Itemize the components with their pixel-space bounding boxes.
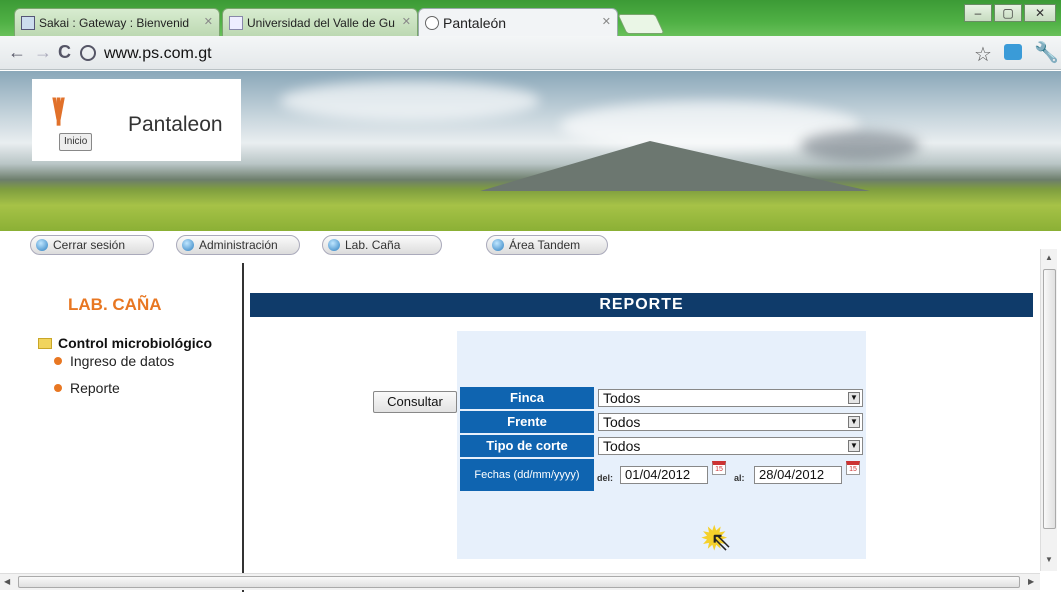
nav-bullet-icon: [492, 239, 504, 251]
back-icon[interactable]: ←: [8, 42, 26, 63]
sidebar-item-reporte[interactable]: Reporte: [54, 380, 120, 396]
uvg-favicon-icon: [229, 15, 243, 30]
sidebar-section-label: Control microbiológico: [58, 335, 212, 351]
report-form: Finca Todos ▼ Frente Todos ▼ Tipo de cor…: [457, 331, 866, 559]
sidebar-item-label: Ingreso de datos: [70, 353, 175, 369]
close-tab-icon[interactable]: ✕: [204, 15, 213, 28]
nav-lab-cana[interactable]: Lab. Caña: [322, 235, 442, 255]
chevron-down-icon: ▼: [848, 440, 860, 452]
bullet-icon: [54, 384, 62, 392]
nav-area-tandem[interactable]: Área Tandem: [486, 235, 608, 255]
nav-bullet-icon: [182, 239, 194, 251]
horizontal-scroll-thumb[interactable]: [18, 576, 1020, 588]
finca-label: Finca: [460, 387, 594, 409]
main-content: REPORTE Finca Todos ▼ Frente Todos ▼ Tip…: [250, 263, 1033, 592]
vertical-scrollbar[interactable]: ▲ ▼: [1040, 249, 1057, 571]
sidebar-section[interactable]: Control microbiológico: [38, 335, 212, 351]
tipo-corte-label: Tipo de corte: [460, 435, 594, 457]
chevron-down-icon: ▼: [848, 416, 860, 428]
fechas-row: Fechas (dd/mm/yyyy) del: 01/04/2012 15 a…: [460, 459, 869, 491]
tab-sakai[interactable]: Sakai : Gateway : Bienvenid ✕: [14, 8, 220, 36]
tab-pantaleon[interactable]: Pantaleón ✕: [418, 8, 618, 36]
al-label: al:: [734, 473, 745, 483]
nav-administracion[interactable]: Administración: [176, 235, 300, 255]
frente-label: Frente: [460, 411, 594, 433]
sidebar-item-ingreso[interactable]: Ingreso de datos: [54, 353, 174, 369]
cloud-shape: [280, 81, 540, 121]
forward-icon[interactable]: →: [34, 42, 52, 63]
browser-tabstrip: Sakai : Gateway : Bienvenid ✕ Universida…: [0, 0, 1061, 36]
sidebar-title: LAB. CAÑA: [68, 295, 162, 314]
finca-select[interactable]: Todos ▼: [598, 389, 863, 407]
mouse-cursor-icon: ⇖: [710, 526, 732, 556]
extension-icon[interactable]: [1004, 44, 1022, 60]
browser-toolbar: ← → C www.ps.com.gt ☆ 🔧: [0, 36, 1061, 70]
nav-bullet-icon: [36, 239, 48, 251]
logo-box: \|/ Pantaleon Inicio: [32, 79, 241, 161]
reload-icon[interactable]: C: [58, 42, 71, 63]
nav-label: Administración: [199, 238, 278, 252]
chevron-down-icon: ▼: [848, 392, 860, 404]
del-label: del:: [597, 473, 614, 483]
globe-favicon-icon: [425, 15, 439, 30]
volcano-shape: [480, 141, 870, 191]
address-bar[interactable]: www.ps.com.gt: [80, 42, 964, 66]
close-window-button[interactable]: ✕: [1024, 4, 1056, 22]
vertical-scroll-thumb[interactable]: [1043, 269, 1056, 529]
nav-label: Área Tandem: [509, 238, 581, 252]
tipo-corte-select[interactable]: Todos ▼: [598, 437, 863, 455]
close-tab-icon[interactable]: ✕: [602, 15, 611, 28]
header-banner: \|/ Pantaleon Inicio: [0, 71, 1061, 231]
star-icon[interactable]: ☆: [974, 42, 992, 67]
fecha-fin-input[interactable]: 28/04/2012: [754, 466, 842, 484]
nav-bullet-icon: [328, 239, 340, 251]
sidebar: LAB. CAÑA Control microbiológico Ingreso…: [0, 263, 244, 592]
calendar-icon[interactable]: 15: [712, 461, 726, 475]
finca-value: Todos: [603, 390, 641, 406]
tab-label: Pantaleón: [443, 14, 507, 31]
folder-icon: [38, 337, 52, 349]
sidebar-item-label: Reporte: [70, 380, 120, 396]
new-tab-button[interactable]: [617, 14, 665, 34]
horizontal-scrollbar[interactable]: ◀ ▶: [0, 573, 1040, 590]
nav-label: Lab. Caña: [345, 238, 401, 252]
scroll-down-icon[interactable]: ▼: [1045, 555, 1053, 564]
scroll-up-icon[interactable]: ▲: [1045, 253, 1053, 262]
report-title: REPORTE: [250, 293, 1033, 317]
page-viewport: \|/ Pantaleon Inicio Cerrar sesión Admin…: [0, 71, 1061, 592]
main-nav: Cerrar sesión Administración Lab. Caña Á…: [0, 231, 1061, 261]
tab-label: Sakai : Gateway : Bienvenid: [39, 15, 190, 30]
tab-uvg[interactable]: Universidad del Valle de Gu ✕: [222, 8, 418, 36]
tipo-corte-value: Todos: [603, 438, 641, 454]
fechas-label: Fechas (dd/mm/yyyy): [460, 459, 594, 491]
sun-logo-icon: \|/: [52, 93, 65, 126]
logo-text: Pantaleon: [128, 113, 223, 136]
frente-value: Todos: [603, 414, 641, 430]
nav-label: Cerrar sesión: [53, 238, 126, 252]
frente-select[interactable]: Todos ▼: [598, 413, 863, 431]
scroll-left-icon[interactable]: ◀: [4, 577, 10, 586]
consultar-button[interactable]: Consultar: [373, 391, 457, 413]
calendar-icon[interactable]: 15: [846, 461, 860, 475]
url-text: www.ps.com.gt: [104, 45, 212, 62]
minimize-button[interactable]: –: [964, 4, 992, 22]
scroll-right-icon[interactable]: ▶: [1028, 577, 1034, 586]
tab-label: Universidad del Valle de Gu: [247, 15, 395, 30]
globe-icon: [80, 45, 96, 61]
fecha-inicio-input[interactable]: 01/04/2012: [620, 466, 708, 484]
maximize-button[interactable]: ▢: [994, 4, 1022, 22]
close-tab-icon[interactable]: ✕: [402, 15, 411, 28]
wrench-icon[interactable]: 🔧: [1034, 40, 1059, 65]
nav-cerrar-sesion[interactable]: Cerrar sesión: [30, 235, 154, 255]
inicio-button[interactable]: Inicio: [59, 133, 93, 151]
sakai-favicon-icon: [21, 15, 35, 30]
bullet-icon: [54, 357, 62, 365]
